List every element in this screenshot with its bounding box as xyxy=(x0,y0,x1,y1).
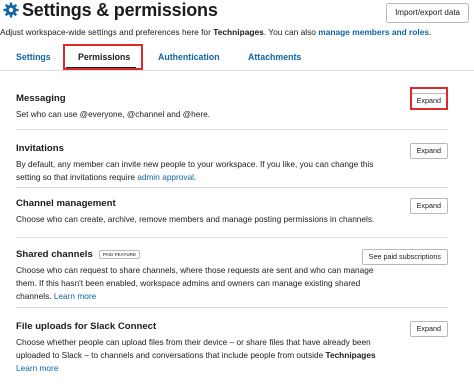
invitations-text-end: . xyxy=(194,172,197,182)
subtitle-text: Adjust workspace-wide settings and prefe… xyxy=(0,27,214,37)
workspace-name: Technipages xyxy=(213,27,264,37)
section-description: Choose who can request to share channels… xyxy=(16,264,396,303)
section-title: Invitations xyxy=(16,143,64,154)
section-file-uploads: File uploads for Slack Connect Choose wh… xyxy=(16,321,448,375)
section-title: File uploads for Slack Connect xyxy=(16,321,157,332)
tab-settings[interactable]: Settings xyxy=(16,52,51,62)
page-subtitle: Adjust workspace-wide settings and prefe… xyxy=(0,27,431,37)
channel-management-expand-button[interactable]: Expand xyxy=(409,198,448,214)
section-description: Choose whether people can upload files f… xyxy=(16,336,396,375)
section-invitations: Invitations By default, any member can i… xyxy=(16,143,448,184)
gear-icon xyxy=(3,2,19,18)
subtitle-text-middle: . You can also xyxy=(263,27,319,37)
learn-more-link[interactable]: Learn more xyxy=(16,363,58,373)
section-messaging: Messaging Set who can use @everyone, @ch… xyxy=(16,93,448,121)
page-title: Settings & permissions xyxy=(22,0,218,20)
paid-feature-badge: PAID FEATURE xyxy=(98,249,141,259)
expand-button-highlight xyxy=(410,87,448,110)
section-title: Messaging xyxy=(16,93,66,104)
page-header: Settings & permissions Import/export dat… xyxy=(0,0,474,23)
divider xyxy=(16,129,448,130)
section-shared-channels: Shared channels PAID FEATURE Choose who c… xyxy=(16,249,448,303)
permissions-tab-highlight xyxy=(63,44,143,70)
file-uploads-text: Choose whether people can upload files f… xyxy=(16,337,371,360)
divider xyxy=(16,307,448,308)
section-description: By default, any member can invite new pe… xyxy=(16,158,396,184)
section-description: Choose who can create, archive, remove m… xyxy=(16,214,375,224)
invitations-expand-button[interactable]: Expand xyxy=(409,143,448,159)
see-paid-subscriptions-button[interactable]: See paid subscriptions xyxy=(361,249,448,265)
learn-more-link[interactable]: Learn more xyxy=(54,291,96,301)
manage-members-link[interactable]: manage members and roles xyxy=(318,27,429,37)
section-description: Set who can use @everyone, @channel and … xyxy=(16,109,211,119)
admin-approval-link[interactable]: admin approval xyxy=(137,172,194,182)
import-export-button[interactable]: Import/export data xyxy=(386,3,469,23)
section-title: Channel management xyxy=(16,198,116,209)
workspace-name: Technipages xyxy=(325,350,376,360)
divider xyxy=(16,237,448,238)
file-uploads-expand-button[interactable]: Expand xyxy=(409,321,448,337)
divider xyxy=(16,187,448,188)
section-channel-management: Channel management Choose who can create… xyxy=(16,198,448,226)
tab-attachments[interactable]: Attachments xyxy=(248,52,301,62)
subtitle-text-end: . xyxy=(429,27,432,37)
tab-authentication[interactable]: Authentication xyxy=(158,52,220,62)
shared-channels-title: Shared channels xyxy=(16,249,93,260)
